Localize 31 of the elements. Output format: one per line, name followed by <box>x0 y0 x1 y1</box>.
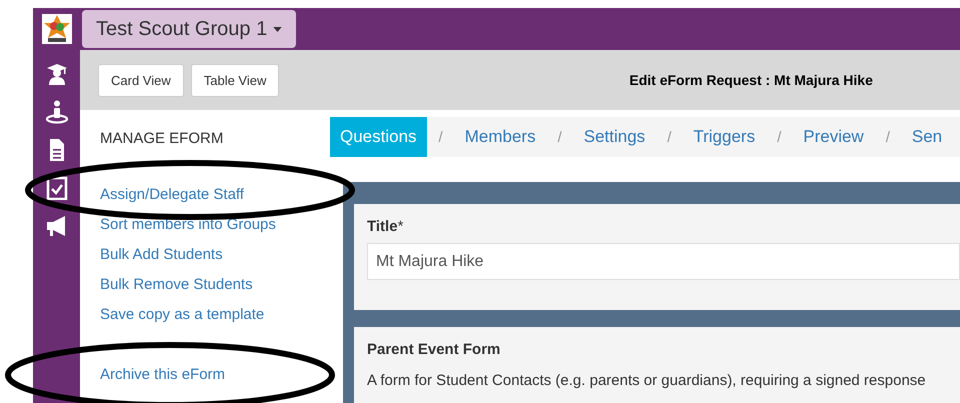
menu-link[interactable]: Save copy as a template <box>100 300 330 330</box>
page-title: Edit eForm Request : Mt Majura Hike <box>629 72 873 88</box>
tab[interactable]: Questions <box>330 117 427 157</box>
tab[interactable]: Triggers <box>683 117 766 157</box>
menu-link[interactable]: Bulk Remove Students <box>100 270 330 300</box>
caret-icon <box>273 26 282 32</box>
menu-heading: MANAGE EFORM <box>100 130 224 149</box>
tab[interactable]: Sen <box>902 117 952 157</box>
menu-link[interactable]: Assign/Delegate Staff <box>100 180 330 210</box>
group-dropdown[interactable]: Test Scout Group 1 <box>82 10 296 48</box>
title-input[interactable]: Mt Majura Hike <box>367 243 960 280</box>
menu-link[interactable]: Sort members into Groups <box>100 210 330 240</box>
tab-separator: / <box>884 128 891 148</box>
view-button[interactable]: Card View <box>98 64 184 96</box>
person-icon[interactable] <box>44 100 68 124</box>
menu-link[interactable]: Bulk Add Students <box>100 240 330 270</box>
menu-link[interactable]: Archive this eForm <box>100 360 330 390</box>
tab-separator: / <box>666 128 672 148</box>
graduate-icon[interactable] <box>44 62 68 86</box>
tab-separator: / <box>776 128 782 148</box>
view-button[interactable]: Table View <box>190 64 280 96</box>
tab-separator: / <box>438 128 444 148</box>
tab-separator: / <box>556 128 563 148</box>
required-mark: * <box>398 218 404 235</box>
card-description: A form for Student Contacts (e.g. parents or guardians), requiring a signed response <box>367 372 927 389</box>
field-label: Title* <box>367 218 404 235</box>
tab[interactable]: Settings <box>574 117 656 157</box>
tab[interactable]: Members <box>454 117 546 157</box>
card-heading: Parent Event Form <box>367 341 502 358</box>
tab[interactable]: Preview <box>793 117 874 157</box>
checklist-icon[interactable] <box>44 176 68 200</box>
